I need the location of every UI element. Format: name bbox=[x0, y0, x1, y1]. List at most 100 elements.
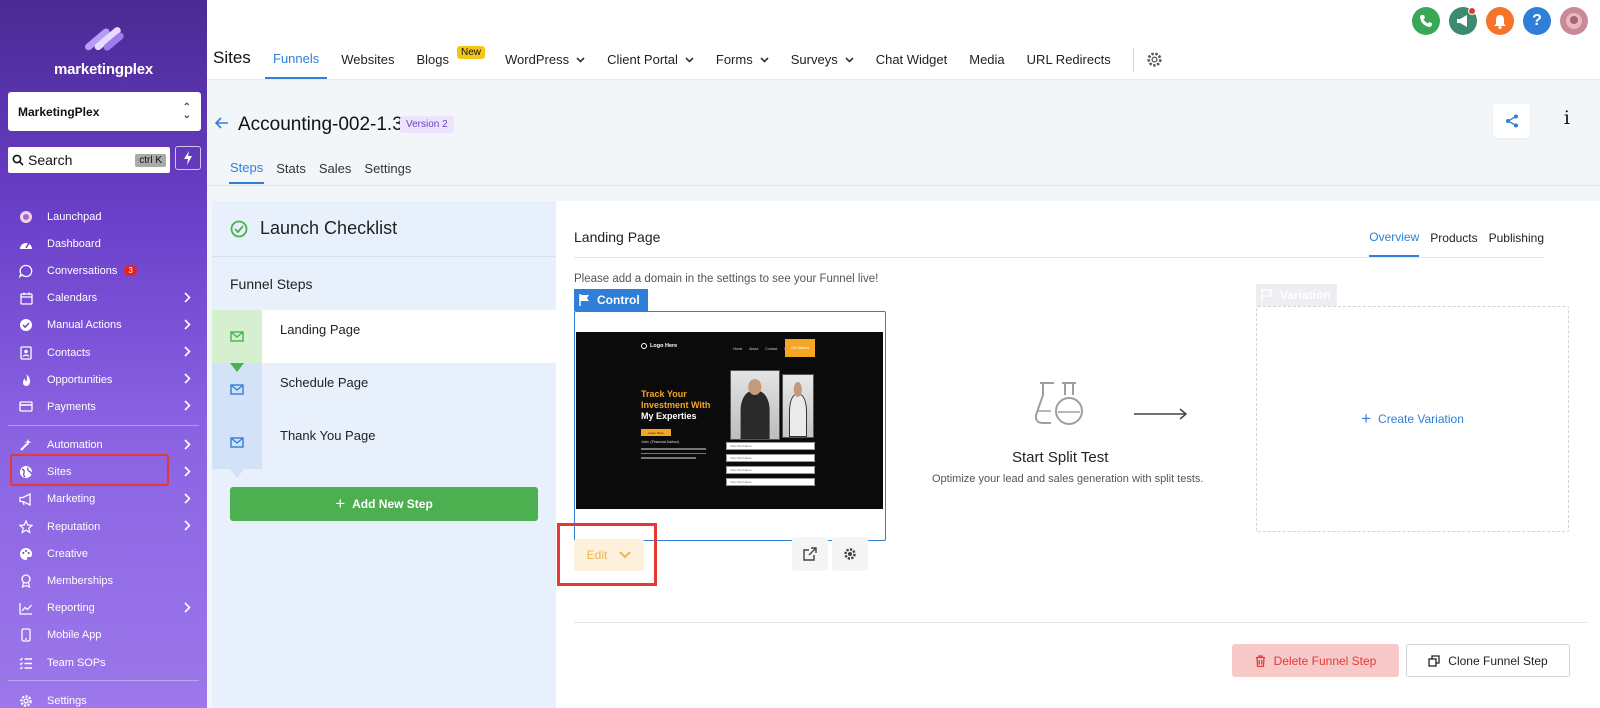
tab-products[interactable]: Products bbox=[1430, 219, 1477, 257]
sidebar-item-opportunities[interactable]: Opportunities bbox=[0, 366, 207, 393]
user-avatar[interactable] bbox=[1560, 7, 1588, 35]
tab-label: Surveys bbox=[790, 52, 838, 67]
mobile-icon bbox=[18, 627, 34, 643]
chart-icon bbox=[18, 600, 34, 616]
control-preview-card[interactable]: Logo Here Home About Contact Us Get Star… bbox=[574, 311, 886, 541]
step-connector bbox=[230, 469, 244, 478]
sidebar-item-team-sops[interactable]: Team SOPs bbox=[0, 649, 207, 676]
tab-media[interactable]: Media bbox=[961, 40, 1012, 79]
globe-icon bbox=[18, 464, 34, 480]
bell-icon bbox=[1494, 14, 1506, 29]
clone-funnel-step-button[interactable]: Clone Funnel Step bbox=[1406, 644, 1570, 677]
sidebar-item-creative[interactable]: Creative bbox=[0, 540, 207, 567]
brand-name: marketingplex bbox=[53, 61, 154, 78]
preview-field: Your First Name bbox=[726, 466, 815, 474]
sidebar-item-label: Manual Actions bbox=[47, 319, 122, 332]
split-test-title[interactable]: Start Split Test bbox=[1012, 449, 1108, 466]
tab-client-portal[interactable]: Client Portal bbox=[599, 40, 702, 79]
brand-logo[interactable]: marketingplex bbox=[0, 22, 207, 78]
tab-label: Funnels bbox=[273, 51, 320, 66]
flag-outline-icon bbox=[1261, 289, 1273, 301]
sidebar-item-manual-actions[interactable]: Manual Actions bbox=[0, 312, 207, 339]
tab-publishing[interactable]: Publishing bbox=[1489, 219, 1544, 257]
tab-url-redirects[interactable]: URL Redirects bbox=[1019, 40, 1119, 79]
star-icon bbox=[18, 519, 34, 535]
sidebar-item-mobile-app[interactable]: Mobile App bbox=[0, 622, 207, 649]
announcements-button[interactable] bbox=[1449, 7, 1477, 35]
step-settings-button[interactable] bbox=[832, 537, 868, 571]
tab-chat-widget[interactable]: Chat Widget bbox=[868, 40, 956, 79]
sidebar-item-label: Mobile App bbox=[47, 629, 102, 642]
chevron-right-icon bbox=[184, 373, 191, 384]
tab-funnels[interactable]: Funnels bbox=[265, 40, 328, 79]
sidebar-item-label: Calendars bbox=[47, 292, 98, 305]
edit-button[interactable]: Edit bbox=[574, 539, 644, 571]
gear-icon bbox=[844, 548, 856, 560]
edit-label: Edit bbox=[586, 548, 608, 562]
sidebar-item-reputation[interactable]: Reputation bbox=[0, 513, 207, 540]
sidebar-item-calendars[interactable]: Calendars bbox=[0, 285, 207, 312]
notification-dot bbox=[1468, 7, 1476, 15]
sidebar-item-dashboard[interactable]: Dashboard bbox=[0, 230, 207, 257]
preview-text-lines bbox=[641, 448, 706, 462]
sidebar-item-label: Marketing bbox=[47, 493, 96, 506]
tab-label: Forms bbox=[715, 52, 753, 67]
flask-icon bbox=[1034, 381, 1084, 427]
sidebar-item-launchpad[interactable]: Launchpad bbox=[0, 203, 207, 230]
sidebar-search[interactable]: Search ctrl K bbox=[8, 147, 170, 173]
preview-nav: Home About Contact Us bbox=[733, 347, 789, 351]
sidebar-item-memberships[interactable]: Memberships bbox=[0, 567, 207, 594]
tab-label: Blogs bbox=[416, 52, 450, 67]
sidebar-item-settings[interactable]: Settings bbox=[0, 687, 207, 708]
tab-wordpress[interactable]: WordPress bbox=[497, 40, 593, 79]
steps-panel: Launch Checklist Funnel Steps Landing Pa… bbox=[212, 201, 556, 708]
share-button[interactable] bbox=[1493, 104, 1530, 138]
sidebar-item-reporting[interactable]: Reporting bbox=[0, 595, 207, 622]
create-variation-button[interactable]: + Create Variation bbox=[1361, 409, 1464, 429]
sidebar-item-conversations[interactable]: Conversations 3 bbox=[0, 257, 207, 284]
version-badge: Version 2 bbox=[400, 116, 454, 133]
quick-actions-button[interactable] bbox=[175, 146, 201, 170]
mail-icon bbox=[230, 331, 244, 342]
funnel-step-schedule-page[interactable]: Schedule Page bbox=[212, 363, 556, 425]
delete-label: Delete Funnel Step bbox=[1273, 653, 1377, 668]
notifications-button[interactable] bbox=[1486, 7, 1514, 35]
sidebar-item-sites[interactable]: Sites bbox=[0, 459, 207, 486]
account-name: MarketingPlex bbox=[18, 104, 100, 119]
sidebar-item-payments[interactable]: Payments bbox=[0, 393, 207, 420]
tab-websites[interactable]: Websites bbox=[333, 40, 402, 79]
marketing-icon bbox=[18, 491, 34, 507]
sidebar-item-automation[interactable]: Automation bbox=[0, 432, 207, 459]
subtab-sales[interactable]: Sales bbox=[318, 152, 353, 184]
info-button[interactable]: i bbox=[1564, 107, 1570, 129]
sidebar-item-label: Automation bbox=[47, 439, 103, 452]
subtab-settings[interactable]: Settings bbox=[363, 152, 412, 184]
open-preview-button[interactable] bbox=[792, 537, 828, 571]
delete-funnel-step-button[interactable]: Delete Funnel Step bbox=[1232, 644, 1399, 677]
launch-checklist[interactable]: Launch Checklist bbox=[212, 201, 556, 257]
subtab-stats[interactable]: Stats bbox=[275, 152, 307, 184]
sidebar-item-label: Memberships bbox=[47, 575, 114, 588]
back-button[interactable] bbox=[215, 117, 229, 129]
funnel-step-thank-you-page[interactable]: Thank You Page bbox=[212, 416, 556, 478]
steps-list: Landing Page Schedule Page Thank You Page bbox=[212, 310, 556, 478]
help-button[interactable]: ? bbox=[1523, 7, 1551, 35]
tab-forms[interactable]: Forms bbox=[708, 40, 777, 79]
sidebar-item-marketing[interactable]: Marketing bbox=[0, 486, 207, 513]
tab-blogs[interactable]: Blogs New bbox=[408, 40, 486, 79]
step-label: Schedule Page bbox=[280, 375, 369, 390]
account-switcher[interactable]: MarketingPlex ⌃ ⌄ bbox=[8, 92, 201, 131]
funnel-header: Accounting-002-1.3 Version 2 Steps Stats S… bbox=[207, 80, 1600, 186]
phone-button[interactable] bbox=[1412, 7, 1440, 35]
chevron-right-icon bbox=[184, 602, 191, 613]
sidebar-item-label: Sites bbox=[47, 466, 72, 479]
tab-overview[interactable]: Overview bbox=[1369, 219, 1420, 257]
check-circle-icon bbox=[18, 317, 34, 333]
funnel-step-landing-page[interactable]: Landing Page bbox=[212, 310, 556, 372]
add-new-step-button[interactable]: + Add New Step bbox=[230, 487, 538, 521]
sites-settings-button[interactable] bbox=[1146, 51, 1163, 68]
plus-icon: + bbox=[335, 494, 346, 513]
sidebar-item-contacts[interactable]: Contacts bbox=[0, 339, 207, 366]
subtab-steps[interactable]: Steps bbox=[229, 152, 265, 184]
tab-surveys[interactable]: Surveys bbox=[783, 40, 862, 79]
